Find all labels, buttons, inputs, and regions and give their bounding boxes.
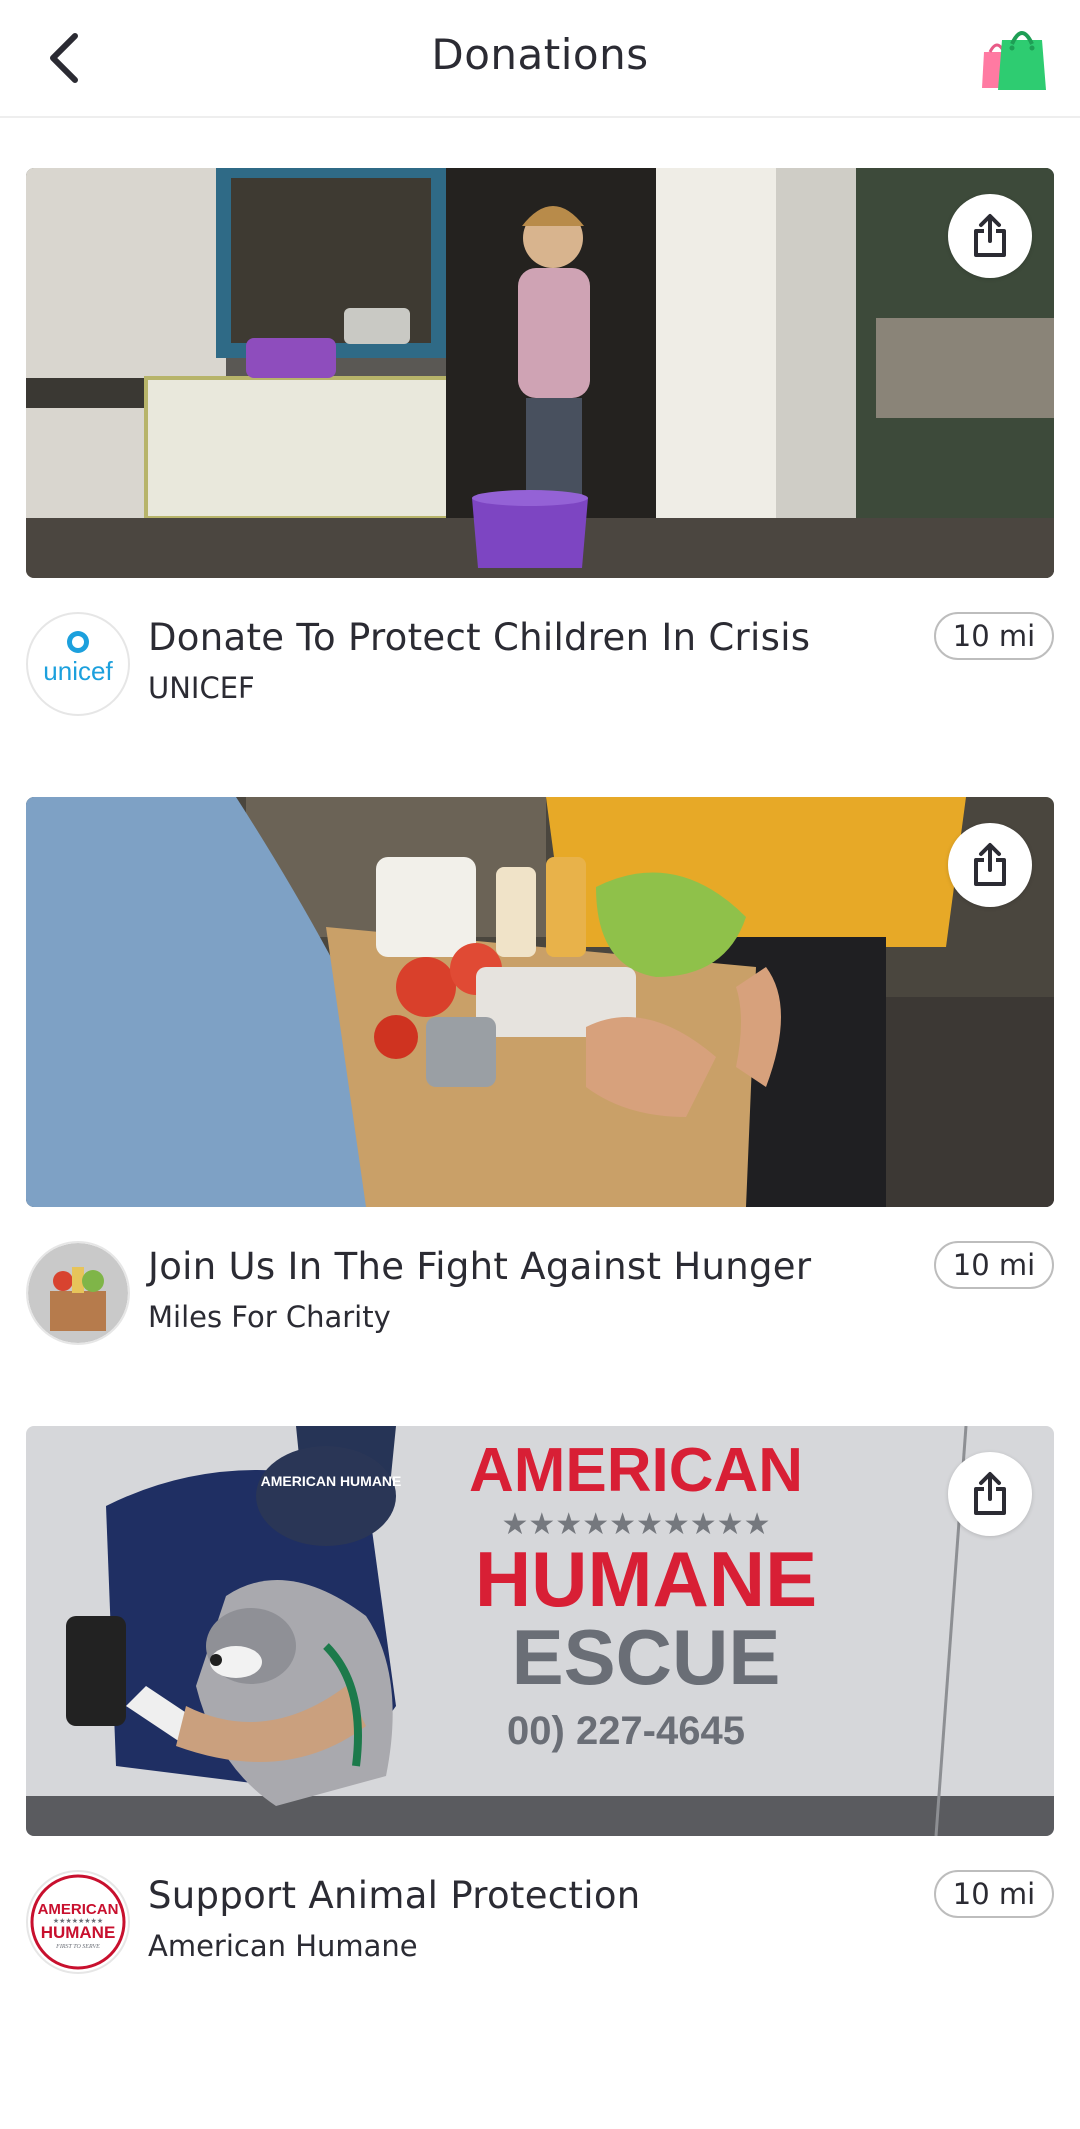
card-title[interactable]: Join Us In The Fight Against Hunger bbox=[148, 1245, 811, 1288]
distance-badge: 10 mi bbox=[934, 1241, 1054, 1289]
card-title[interactable]: Support Animal Protection bbox=[148, 1874, 641, 1917]
donation-card-unicef[interactable]: unicef Donate To Protect Children In Cri… bbox=[0, 168, 1080, 728]
card-title[interactable]: Donate To Protect Children In Crisis bbox=[148, 616, 810, 659]
unicef-logo: unicef bbox=[26, 612, 130, 716]
distance-badge: 10 mi bbox=[934, 612, 1054, 660]
svg-text:AMERICAN: AMERICAN bbox=[38, 1901, 119, 1918]
donation-card-animal[interactable]: AMERICAN ★★★★★★★★★★ HUMANE ESCUE 00) 227… bbox=[0, 1426, 1080, 1986]
van-text-humane: HUMANE bbox=[475, 1535, 817, 1623]
van-text-rescue: ESCUE bbox=[512, 1613, 781, 1701]
cap-logo-text: AMERICAN HUMANE bbox=[261, 1473, 402, 1489]
svg-text:HUMANE: HUMANE bbox=[41, 1923, 116, 1942]
app-header: Donations bbox=[0, 0, 1080, 118]
card-image-child[interactable] bbox=[26, 168, 1054, 578]
van-text-american: AMERICAN bbox=[469, 1436, 803, 1505]
american-humane-logo: AMERICAN ★★★★★★★★ HUMANE FIRST TO SERVE bbox=[26, 1870, 130, 1974]
van-phone: 00) 227-4645 bbox=[507, 1709, 745, 1753]
share-icon bbox=[974, 843, 1006, 886]
donation-card-hunger[interactable]: Join Us In The Fight Against Hunger Mile… bbox=[0, 797, 1080, 1357]
share-button[interactable] bbox=[948, 1452, 1032, 1536]
shopping-bags-icon bbox=[982, 31, 1046, 90]
card-org: American Humane bbox=[148, 1929, 418, 1963]
miles-for-charity-logo bbox=[26, 1241, 130, 1345]
svg-text:FIRST TO SERVE: FIRST TO SERVE bbox=[55, 1944, 100, 1950]
share-icon bbox=[974, 1472, 1006, 1515]
card-org: Miles For Charity bbox=[148, 1300, 391, 1334]
unicef-logo-text: unicef bbox=[43, 656, 113, 686]
card-image-rescue-dog[interactable]: AMERICAN ★★★★★★★★★★ HUMANE ESCUE 00) 227… bbox=[26, 1426, 1054, 1836]
share-button[interactable] bbox=[948, 194, 1032, 278]
cart-button[interactable] bbox=[976, 22, 1048, 92]
card-image-food-box[interactable] bbox=[26, 797, 1054, 1207]
distance-badge: 10 mi bbox=[934, 1870, 1054, 1918]
share-button[interactable] bbox=[948, 823, 1032, 907]
card-org: UNICEF bbox=[148, 671, 255, 705]
share-icon bbox=[974, 214, 1006, 257]
page-title: Donations bbox=[431, 30, 649, 79]
